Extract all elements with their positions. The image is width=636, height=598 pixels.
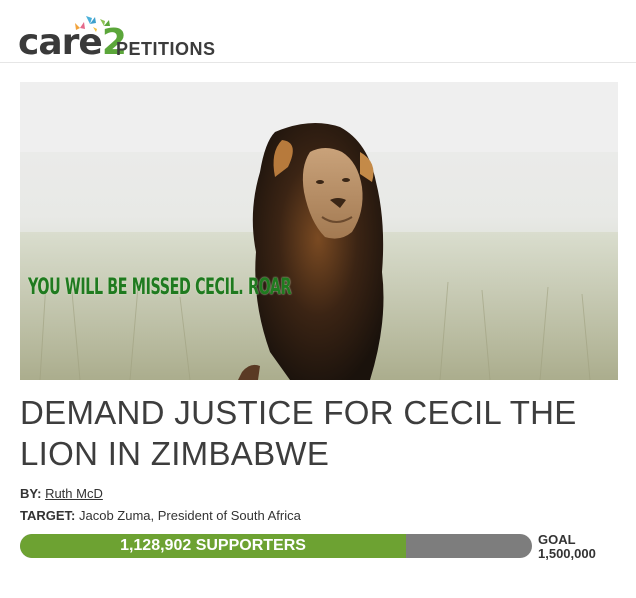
target-value: Jacob Zuma, President of South Africa: [79, 508, 301, 523]
goal-label: GOAL: [538, 532, 576, 547]
target-label: TARGET:: [20, 508, 76, 523]
petition-author: BY: Ruth McD: [20, 486, 103, 501]
goal-box: GOAL 1,500,000: [538, 533, 596, 561]
image-caption: YOU WILL BE MISSED CECIL. ROAR: [28, 275, 292, 300]
supporters-progress-bar: 1,128,902 SUPPORTERS: [20, 534, 532, 558]
section-title[interactable]: PETITIONS: [116, 39, 216, 60]
lion-photo: [20, 82, 618, 380]
petition-target: TARGET: Jacob Zuma, President of South A…: [20, 508, 301, 523]
petition-image: YOU WILL BE MISSED CECIL. ROAR: [20, 82, 618, 380]
logo-wordmark[interactable]: care2: [18, 22, 127, 63]
logo-main: care: [18, 22, 103, 63]
site-header: care2 PETITIONS: [0, 0, 636, 63]
by-label: BY:: [20, 486, 42, 501]
goal-value: 1,500,000: [538, 546, 596, 561]
author-link[interactable]: Ruth McD: [45, 486, 103, 501]
supporters-count: 1,128,902 SUPPORTERS: [120, 537, 306, 554]
petition-title: DEMAND JUSTICE FOR CECIL THE LION IN ZIM…: [20, 394, 577, 472]
